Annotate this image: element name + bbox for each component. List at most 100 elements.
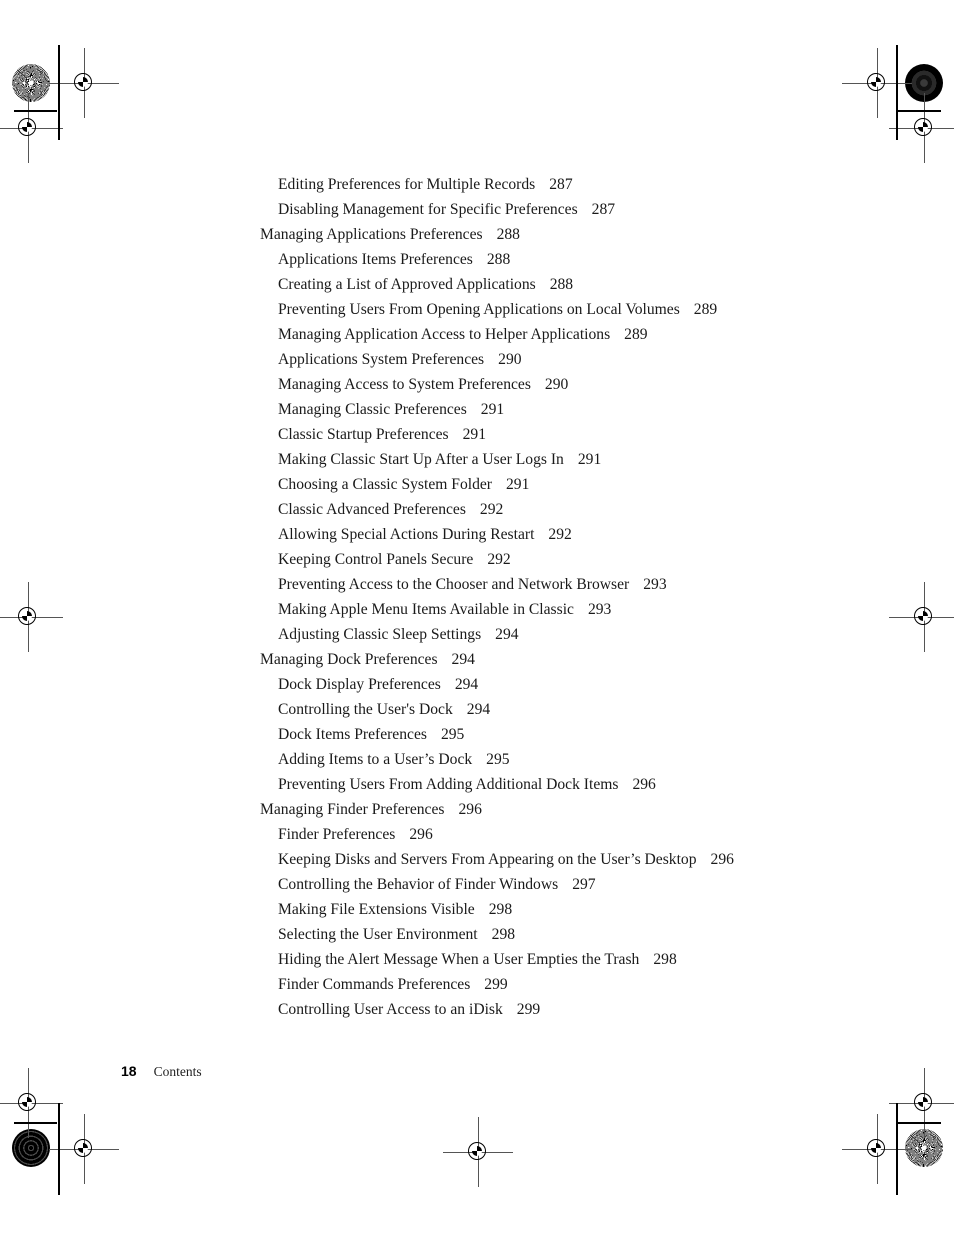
toc-entry: Choosing a Classic System Folder 291 [0, 472, 954, 497]
toc-entry: Managing Access to System Preferences 290 [0, 372, 954, 397]
registration-target-top-right-outer-icon [889, 93, 954, 163]
toc-entry-page-number: 288 [496, 226, 520, 243]
registration-target-bottom-left-outer-icon [0, 1068, 63, 1138]
toc-entry-page-number: 298 [491, 926, 516, 943]
trim-line-left-top [58, 45, 60, 140]
crosshair-quadrant [871, 1143, 881, 1153]
crosshair-quadrant [78, 1143, 88, 1153]
registration-target-top-left-inner-icon [49, 48, 119, 118]
trim-line-right-top [896, 45, 898, 140]
toc-entry: Managing Finder Preferences 296 [0, 797, 954, 822]
toc-entry: Preventing Users From Opening Applicatio… [0, 297, 954, 322]
toc-entry-title: Controlling the Behavior of Finder Windo… [278, 876, 559, 893]
toc-entry: Selecting the User Environment 298 [0, 922, 954, 947]
trim-line-right-bottom [896, 1103, 898, 1195]
toc-entry-page-number: 297 [572, 876, 596, 893]
toc-entry-page-number: 292 [479, 501, 504, 518]
toc-entry-title: Classic Startup Preferences [278, 426, 449, 443]
toc-entry: Editing Preferences for Multiple Records… [0, 172, 954, 197]
toc-entry-page-number: 294 [495, 626, 519, 643]
toc-entry-title: Managing Access to System Preferences [278, 376, 531, 393]
toc-entry: Adjusting Classic Sleep Settings 294 [0, 622, 954, 647]
registration-target-top-right-inner-icon [842, 48, 912, 118]
trim-line-bottom-right-h [898, 1122, 941, 1124]
crosshair-quadrant [22, 122, 32, 132]
toc-entry-page-number: 289 [693, 301, 718, 318]
toc-entry: Preventing Users From Adding Additional … [0, 772, 954, 797]
toc-entry-title: Controlling User Access to an iDisk [278, 1001, 503, 1018]
toc-entry: Managing Classic Preferences 291 [0, 397, 954, 422]
toc-entry: Managing Dock Preferences 294 [0, 647, 954, 672]
toc-entry-page-number: 291 [577, 451, 602, 468]
toc-entry: Adding Items to a User’s Dock 295 [0, 747, 954, 772]
toc-entry-page-number: 288 [549, 276, 574, 293]
toc-entry-page-number: 294 [466, 701, 491, 718]
toc-entry-page-number: 288 [486, 251, 511, 268]
toc-entry: Disabling Management for Specific Prefer… [0, 197, 954, 222]
toc-entry-page-number: 298 [653, 951, 677, 968]
toc-entry-page-number: 293 [587, 601, 612, 618]
toc-entry-title: Dock Items Preferences [278, 726, 427, 743]
table-of-contents: Editing Preferences for Multiple Records… [0, 172, 954, 1022]
toc-entry-page-number: 294 [451, 651, 475, 668]
toc-entry-page-number: 291 [480, 401, 505, 418]
toc-entry-title: Applications System Preferences [278, 351, 485, 368]
toc-entry-title: Managing Dock Preferences [260, 651, 438, 668]
toc-entry-page-number: 291 [505, 476, 530, 493]
toc-entry-page-number: 294 [454, 676, 479, 693]
toc-entry: Classic Startup Preferences 291 [0, 422, 954, 447]
toc-entry-title: Preventing Users From Adding Additional … [278, 776, 619, 793]
toc-entry-title: Managing Applications Preferences [260, 226, 483, 243]
trim-line-top-left-h [14, 110, 57, 112]
crosshair-quadrant [22, 1097, 32, 1107]
toc-entry-title: Editing Preferences for Multiple Records [278, 176, 536, 193]
toc-entry: Managing Application Access to Helper Ap… [0, 322, 954, 347]
toc-entry-title: Managing Classic Preferences [278, 401, 467, 418]
toc-entry: Finder Preferences 296 [0, 822, 954, 847]
toc-entry: Finder Commands Preferences 299 [0, 972, 954, 997]
registration-target-bottom-right-inner-icon [842, 1114, 912, 1184]
toc-entry-title: Allowing Special Actions During Restart [278, 526, 535, 543]
toc-entry: Creating a List of Approved Applications… [0, 272, 954, 297]
toc-entry: Making File Extensions Visible 298 [0, 897, 954, 922]
trim-line-left-bottom [58, 1103, 60, 1195]
toc-entry-title: Creating a List of Approved Applications [278, 276, 536, 293]
toc-entry: Hiding the Alert Message When a User Emp… [0, 947, 954, 972]
toc-entry-page-number: 290 [498, 351, 522, 368]
toc-entry-page-number: 290 [544, 376, 569, 393]
page-footer: 18 Contents [121, 1061, 202, 1081]
toc-entry-page-number: 287 [591, 201, 616, 218]
toc-entry-page-number: 295 [486, 751, 510, 768]
toc-entry-page-number: 299 [484, 976, 508, 993]
toc-entry: Making Classic Start Up After a User Log… [0, 447, 954, 472]
printed-page: Editing Preferences for Multiple Records… [0, 0, 954, 1235]
toc-entry-page-number: 296 [710, 851, 734, 868]
toc-entry-title: Managing Finder Preferences [260, 801, 445, 818]
crosshair-quadrant [918, 122, 928, 132]
toc-entry-page-number: 298 [488, 901, 513, 918]
toc-entry-title: Applications Items Preferences [278, 251, 473, 268]
folio-number: 18 [121, 1063, 137, 1079]
toc-entry-title: Hiding the Alert Message When a User Emp… [278, 951, 640, 968]
toc-entry-page-number: 296 [632, 776, 656, 793]
toc-entry: Applications Items Preferences 288 [0, 247, 954, 272]
toc-entry-page-number: 287 [549, 176, 573, 193]
toc-entry-title: Preventing Access to the Chooser and Net… [278, 576, 630, 593]
toc-entry: Preventing Access to the Chooser and Net… [0, 572, 954, 597]
toc-entry-title: Making File Extensions Visible [278, 901, 475, 918]
toc-entry-page-number: 292 [487, 551, 511, 568]
toc-entry-title: Finder Preferences [278, 826, 396, 843]
trim-line-top-right-h [898, 110, 941, 112]
crosshair-quadrant [918, 1097, 928, 1107]
toc-entry-title: Finder Commands Preferences [278, 976, 471, 993]
toc-entry: Making Apple Menu Items Available in Cla… [0, 597, 954, 622]
toc-entry-title: Selecting the User Environment [278, 926, 478, 943]
toc-entry-title: Controlling the User's Dock [278, 701, 453, 718]
toc-entry: Controlling the User's Dock 294 [0, 697, 954, 722]
toc-entry: Managing Applications Preferences 288 [0, 222, 954, 247]
toc-entry-title: Dock Display Preferences [278, 676, 441, 693]
toc-entry-page-number: 299 [516, 1001, 541, 1018]
crosshair-quadrant [78, 77, 88, 87]
toc-entry-title: Classic Advanced Preferences [278, 501, 466, 518]
toc-entry-title: Adjusting Classic Sleep Settings [278, 626, 482, 643]
